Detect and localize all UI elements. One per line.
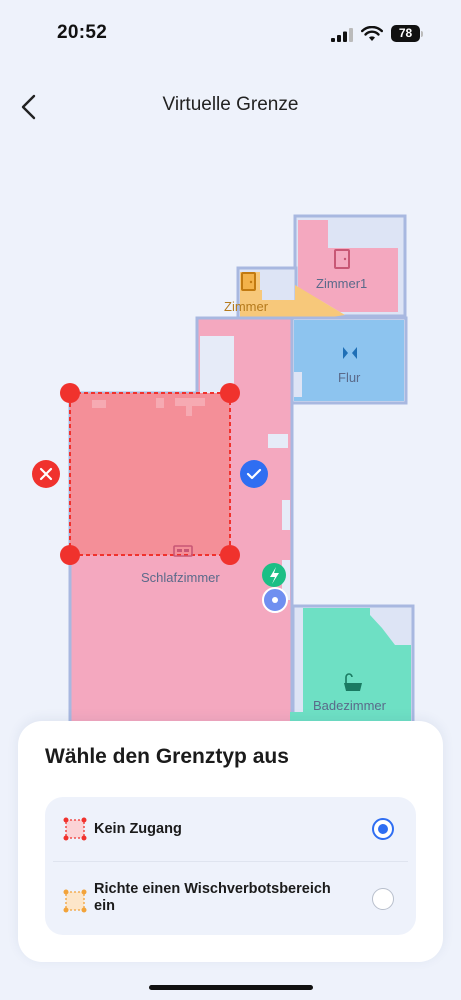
resize-handle-bottom-left[interactable] (60, 545, 80, 565)
status-time: 20:52 (57, 22, 108, 43)
home-indicator[interactable] (149, 985, 313, 990)
option-label: Kein Zugang (94, 821, 182, 837)
boundary-type-sheet: Wähle den Grenztyp aus Kein Zugang Richt… (18, 721, 443, 962)
option-label-line2: ein (94, 898, 115, 914)
confirm-zone-button[interactable] (240, 460, 268, 488)
sheet-title: Wähle den Grenztyp aus (45, 745, 289, 768)
radio-unselected[interactable] (372, 888, 394, 910)
boundary-type-options: Kein Zugang Richte einen Wischverbotsber… (45, 797, 416, 935)
radio-selected[interactable] (372, 818, 394, 840)
door-icon (241, 272, 256, 291)
robot-icon (262, 587, 288, 613)
option-label-line1: Richte einen Wischverbotsbereich (94, 881, 331, 897)
status-bar: 20:52 78 (0, 0, 461, 60)
delete-zone-button[interactable] (32, 460, 60, 488)
battery-icon: 78 (391, 25, 420, 42)
floor-map[interactable]: Zimmer1 Zimmer Flur Schlafzimmer Badezim… (0, 150, 461, 730)
no-go-zone[interactable] (69, 392, 231, 556)
room-label-flur: Flur (338, 370, 361, 385)
room-label-badezimmer: Badezimmer (313, 698, 386, 713)
resize-handle-top-left[interactable] (60, 383, 80, 403)
resize-handle-bottom-right[interactable] (220, 545, 240, 565)
room-label-schlafzimmer: Schlafzimmer (141, 570, 220, 585)
wifi-icon (361, 26, 383, 41)
option-label: Richte einen Wischverbotsbereich ein (94, 881, 331, 915)
no-mop-zone-icon (63, 889, 87, 913)
cellular-signal-icon (331, 28, 353, 42)
option-no-mop-zone[interactable]: Richte einen Wischverbotsbereich ein (45, 862, 416, 935)
room-label-zimmer: Zimmer (224, 299, 269, 314)
resize-handle-top-right[interactable] (220, 383, 240, 403)
no-access-zone-icon (63, 817, 87, 841)
option-no-access[interactable]: Kein Zugang (45, 797, 416, 861)
battery-tip (421, 31, 423, 37)
charging-dock-icon (262, 563, 286, 587)
floor-plan (32, 214, 415, 730)
page-title: Virtuelle Grenze (162, 94, 299, 115)
room-label-zimmer1: Zimmer1 (316, 276, 368, 291)
